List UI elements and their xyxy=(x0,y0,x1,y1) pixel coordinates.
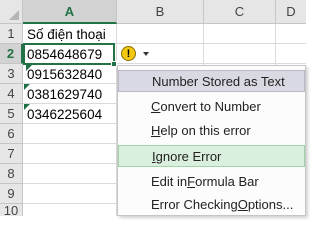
menu-item-edit-in-formula-bar[interactable]: Edit in Formula Bar xyxy=(118,170,305,192)
menu-item-help-on-this-error[interactable]: Help on this error xyxy=(118,119,305,141)
error-indicator-icon xyxy=(24,104,30,110)
row-header-5[interactable]: 5 xyxy=(0,104,23,124)
chevron-down-icon xyxy=(143,52,149,56)
row-header-3[interactable]: 3 xyxy=(0,64,23,84)
menu-item-ignore-error[interactable]: Ignore Error xyxy=(118,145,305,167)
column-header-a[interactable]: A xyxy=(23,0,117,24)
cell-a5[interactable]: 0346225604 xyxy=(23,104,116,124)
column-header-b[interactable]: B xyxy=(117,0,204,24)
row-header-1[interactable]: 1 xyxy=(0,24,23,44)
column-header-c[interactable]: C xyxy=(204,0,276,24)
active-cell-border xyxy=(23,43,115,65)
select-all-triangle-icon xyxy=(9,10,19,20)
menu-item-convert-to-number[interactable]: Convert to Number xyxy=(118,95,305,117)
error-indicator-icon xyxy=(24,84,30,90)
cell-a3[interactable]: 0915632840 xyxy=(23,64,116,84)
row-header-4[interactable]: 4 xyxy=(0,84,23,104)
cell-a4[interactable]: 0381629740 xyxy=(23,84,116,104)
row-header-8[interactable]: 8 xyxy=(0,164,23,184)
cell-a1[interactable]: Số điện thoại xyxy=(23,24,116,44)
menu-header-number-stored-as-text: Number Stored as Text xyxy=(118,70,305,92)
menu-item-error-checking-options[interactable]: Error Checking Options... xyxy=(118,193,305,215)
row-header-2[interactable]: 2 xyxy=(0,44,23,64)
warning-icon: ! xyxy=(121,46,136,61)
row-header-10[interactable]: 10 xyxy=(0,203,23,218)
row-header-9[interactable]: 9 xyxy=(0,184,23,204)
row-header-7[interactable]: 7 xyxy=(0,144,23,164)
column-header-d[interactable]: D xyxy=(276,0,306,24)
error-options-menu: Number Stored as Text Convert to Number … xyxy=(117,65,306,216)
row-header-6[interactable]: 6 xyxy=(0,124,23,144)
error-indicator-icon xyxy=(26,65,32,71)
